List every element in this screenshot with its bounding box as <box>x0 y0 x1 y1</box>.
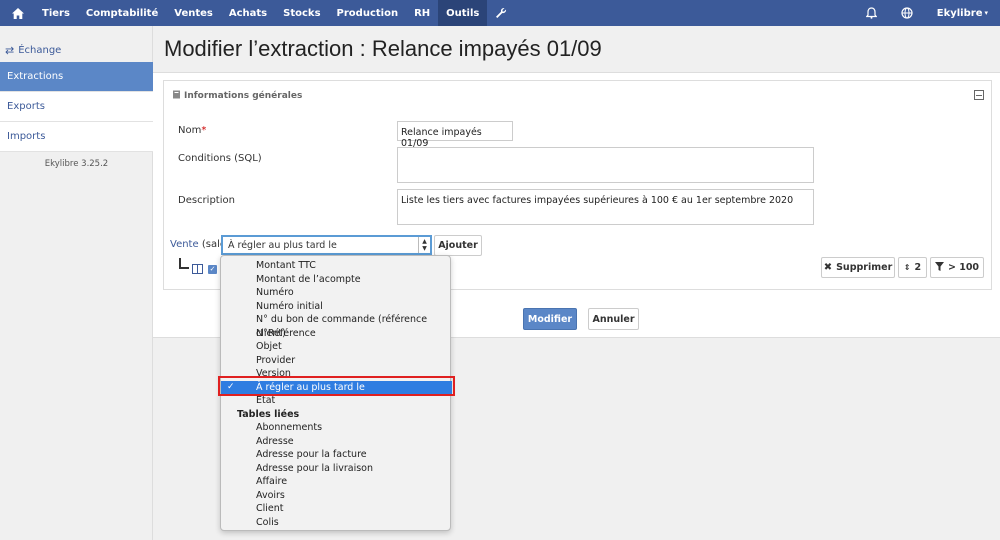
dropdown-option[interactable]: Affaire <box>221 475 450 489</box>
dropdown-option[interactable]: Objet <box>221 340 450 354</box>
submit-button[interactable]: Modifier <box>523 308 577 330</box>
home-icon[interactable] <box>0 0 34 26</box>
dropdown-option-label: N°Référence <box>256 327 316 339</box>
dropdown-option-label: Montant de l’acompte <box>256 273 361 285</box>
tree-connector <box>179 258 189 269</box>
dropdown-option-label: Provider <box>256 354 296 366</box>
dropdown-option-label: Numéro <box>256 287 294 298</box>
description-label: Description <box>178 195 235 206</box>
sort-button[interactable]: ⇕ 2 <box>898 257 927 278</box>
required-marker: * <box>201 125 207 136</box>
dropdown-option[interactable]: Adresse <box>221 435 450 449</box>
wrench-icon[interactable] <box>487 0 515 26</box>
page-title: Modifier l’extraction : Relance impayés … <box>164 36 602 61</box>
dropdown-option[interactable]: Provider <box>221 354 450 368</box>
dropdown-option[interactable]: État <box>221 394 450 408</box>
dropdown-option-label: Montant TTC <box>256 260 316 271</box>
description-input[interactable]: Liste les tiers avec factures impayées s… <box>397 189 814 225</box>
vente-link[interactable]: Vente <box>170 239 199 250</box>
nav-comptabilite[interactable]: Comptabilité <box>78 0 166 26</box>
dropdown-option[interactable]: Adresse pour la livraison <box>221 462 450 476</box>
dropdown-group-label: Tables liées <box>221 408 450 422</box>
cancel-button[interactable]: Annuler <box>588 308 639 330</box>
dropdown-option[interactable]: Avoirs <box>221 489 450 503</box>
section-title-label: Informations générales <box>184 91 303 101</box>
nav-stocks[interactable]: Stocks <box>275 0 328 26</box>
sidebar-item-extractions[interactable]: Extractions <box>0 62 153 92</box>
dropdown-option-label: Avoirs <box>256 489 285 501</box>
delete-button[interactable]: ✖ Supprimer <box>821 257 895 278</box>
nav-outils[interactable]: Outils <box>438 0 488 26</box>
sidebar: ⇄ Échange Extractions Exports Imports Ek… <box>0 26 153 540</box>
field-select-value: À régler au plus tard le <box>228 240 337 251</box>
filter-button[interactable]: > 100 <box>930 257 984 278</box>
dropdown-option[interactable]: Montant TTC <box>221 259 450 273</box>
select-arrow-icon: ▲ ▼ <box>418 237 430 253</box>
name-input[interactable]: Relance impayés 01/09 <box>397 121 513 149</box>
nav-ventes[interactable]: Ventes <box>166 0 221 26</box>
dropdown-option-label: Adresse pour la facture <box>256 449 367 460</box>
name-label-text: Nom <box>178 125 202 136</box>
conditions-label: Conditions (SQL) <box>178 153 262 164</box>
dropdown-option[interactable]: Colis <box>221 516 450 530</box>
dropdown-option-label: Objet <box>256 341 282 352</box>
selection-highlight-frame <box>218 376 455 396</box>
dropdown-option-label: Client <box>256 503 284 514</box>
bell-icon[interactable] <box>854 0 889 26</box>
close-icon: ✖ <box>823 262 833 273</box>
user-menu[interactable]: Ekylibre ▾ <box>925 0 1000 26</box>
dropdown-option[interactable]: Adresse pour la facture <box>221 448 450 462</box>
caret-down-icon: ▾ <box>984 9 988 17</box>
top-navigation: Tiers Comptabilité Ventes Achats Stocks … <box>0 0 1000 26</box>
dropdown-option-label: Abonnements <box>256 422 323 433</box>
app-version: Ekylibre 3.25.2 <box>44 159 109 169</box>
nav-achats[interactable]: Achats <box>221 0 275 26</box>
user-name: Ekylibre <box>936 7 983 19</box>
sidebar-heading: ⇄ Échange <box>5 44 61 57</box>
sidebar-heading-label: Échange <box>18 45 62 56</box>
column-checkbox[interactable]: ✓ <box>208 265 217 274</box>
dropdown-option-label: État <box>256 395 276 406</box>
collapse-icon[interactable] <box>974 90 984 100</box>
conditions-input[interactable] <box>397 147 814 183</box>
sort-icon: ⇕ <box>903 263 911 272</box>
delete-button-label: Supprimer <box>836 262 893 273</box>
filter-button-label: > 100 <box>947 262 980 273</box>
sidebar-item-imports[interactable]: Imports <box>0 122 153 152</box>
dropdown-option[interactable]: N°Référence <box>221 327 450 341</box>
dropdown-option[interactable]: Abonnements <box>221 421 450 435</box>
book-icon <box>172 90 181 102</box>
sidebar-item-exports[interactable]: Exports <box>0 92 153 122</box>
nav-production[interactable]: Production <box>329 0 407 26</box>
dropdown-option[interactable]: Numéro <box>221 286 450 300</box>
field-select[interactable]: À régler au plus tard le ▲ ▼ <box>221 235 432 255</box>
dropdown-option-label: Adresse pour la livraison <box>256 462 373 474</box>
dropdown-option[interactable]: Numéro initial <box>221 300 450 314</box>
dropdown-option-label: Adresse <box>256 435 294 447</box>
dropdown-option-label: Tables liées <box>237 408 300 420</box>
exchange-icon: ⇄ <box>5 44 15 57</box>
dropdown-option[interactable]: Client <box>221 502 450 516</box>
nav-rh[interactable]: RH <box>406 0 438 26</box>
nav-tiers[interactable]: Tiers <box>34 0 78 26</box>
section-title: Informations générales <box>172 90 302 102</box>
dropdown-option[interactable]: N° du bon de commande (référence client) <box>221 313 450 339</box>
globe-icon[interactable] <box>889 0 925 26</box>
sort-button-label: 2 <box>914 262 922 273</box>
name-label: Nom* <box>178 125 206 136</box>
dropdown-option-label: Affaire <box>256 476 288 487</box>
filter-icon <box>934 261 944 274</box>
dropdown-option[interactable]: Montant de l’acompte <box>221 273 450 287</box>
dropdown-option-label: Numéro initial <box>256 300 323 312</box>
table-icon <box>192 264 203 274</box>
add-button[interactable]: Ajouter <box>434 235 482 256</box>
dropdown-option-label: Colis <box>256 516 279 528</box>
